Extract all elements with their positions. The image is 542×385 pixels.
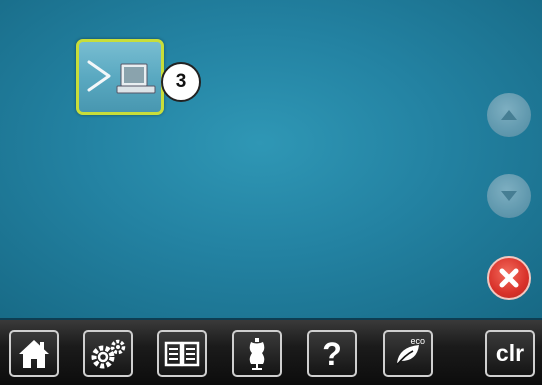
gears-icon <box>91 339 126 368</box>
transfer-to-computer-icon <box>87 60 156 94</box>
scroll-down-button[interactable] <box>487 174 531 218</box>
main-screen: 3 <box>0 0 542 320</box>
scroll-up-button[interactable] <box>487 93 531 137</box>
dress-form-icon <box>249 337 265 370</box>
home-button[interactable] <box>9 330 59 377</box>
eco-button[interactable]: eco <box>383 330 433 377</box>
clear-button[interactable]: clr <box>485 330 535 377</box>
help-button[interactable]: ? <box>307 330 357 377</box>
question-icon: ? <box>322 335 342 372</box>
home-icon <box>19 339 49 368</box>
transfer-data-button[interactable] <box>76 39 164 115</box>
eco-label: eco <box>410 336 425 346</box>
step-number-badge: 3 <box>161 62 201 102</box>
bottom-toolbar: ? eco clr <box>0 320 542 385</box>
creative-consultant-button[interactable] <box>232 330 282 377</box>
tutorial-button[interactable] <box>157 330 207 377</box>
book-icon <box>164 341 200 366</box>
chevron-up-icon <box>501 110 517 120</box>
clr-label: clr <box>495 340 525 366</box>
close-button[interactable] <box>487 256 531 300</box>
chevron-down-icon <box>501 191 517 201</box>
setup-button[interactable] <box>83 330 133 377</box>
close-icon <box>499 268 519 288</box>
